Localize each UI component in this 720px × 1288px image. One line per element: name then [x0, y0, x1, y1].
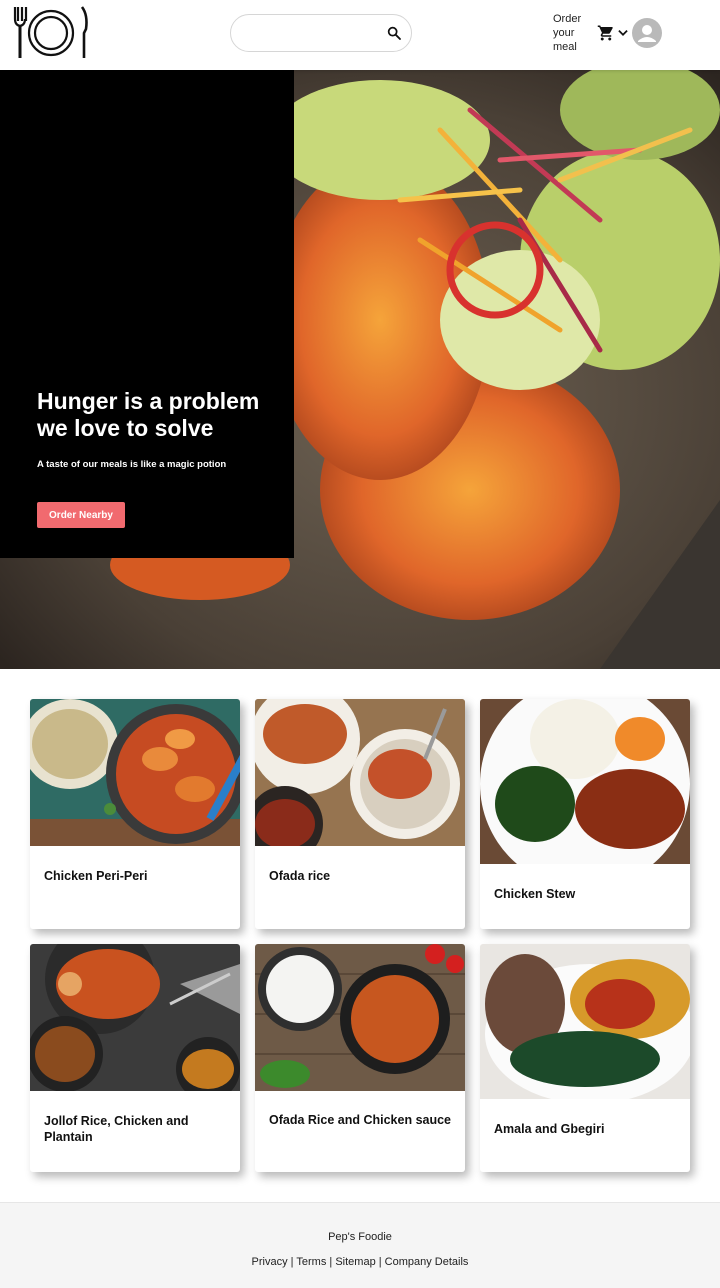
- company-details-link[interactable]: Company Details: [385, 1256, 469, 1268]
- search-icon[interactable]: [386, 25, 402, 41]
- meal-card[interactable]: Chicken Stew: [480, 699, 690, 929]
- hero-text-panel: Hunger is a problem we love to solve A t…: [0, 70, 294, 558]
- order-nearby-button[interactable]: Order Nearby: [37, 502, 125, 528]
- meal-image: [30, 699, 240, 846]
- meal-name: Amala and Gbegiri: [494, 1122, 605, 1136]
- restaurant-logo-icon[interactable]: [12, 5, 90, 61]
- meal-card[interactable]: Jollof Rice, Chicken and Plantain: [30, 944, 240, 1172]
- sitemap-link[interactable]: Sitemap: [335, 1256, 375, 1268]
- meal-name: Ofada Rice and Chicken sauce: [269, 1113, 452, 1127]
- meal-card[interactable]: Ofada Rice and Chicken sauce: [255, 944, 465, 1172]
- shopping-cart-icon[interactable]: [596, 24, 616, 42]
- chevron-down-icon[interactable]: [616, 26, 630, 40]
- meal-name: Ofada rice: [269, 869, 331, 883]
- order-your-meal-link[interactable]: Order your meal: [553, 12, 593, 54]
- search-bar[interactable]: [230, 14, 412, 52]
- meal-name: Chicken Peri-Peri: [44, 869, 148, 883]
- footer: Pep's Foodie Privacy | Terms | Sitemap |…: [0, 1202, 720, 1288]
- meal-image: [30, 944, 240, 1091]
- meal-name: Jollof Rice, Chicken and Plantain: [44, 1114, 189, 1144]
- privacy-link[interactable]: Privacy: [252, 1256, 288, 1268]
- top-navbar: Order your meal: [0, 0, 720, 70]
- separator: |: [375, 1256, 385, 1268]
- hero-banner: Hunger is a problem we love to solve A t…: [0, 70, 720, 669]
- meal-card[interactable]: Amala and Gbegiri: [480, 944, 690, 1172]
- footer-links: Privacy | Terms | Sitemap | Company Deta…: [0, 1256, 720, 1268]
- meal-image: [255, 699, 465, 846]
- meal-card[interactable]: Ofada rice: [255, 699, 465, 929]
- search-input[interactable]: [245, 24, 375, 44]
- separator: |: [326, 1256, 336, 1268]
- meal-image: [480, 944, 690, 1099]
- meal-name: Chicken Stew: [494, 887, 576, 901]
- meal-image: [255, 944, 465, 1091]
- meal-image: [480, 699, 690, 864]
- terms-link[interactable]: Terms: [296, 1256, 326, 1268]
- user-avatar[interactable]: [632, 18, 662, 48]
- hero-title: Hunger is a problem we love to solve: [37, 388, 260, 441]
- person-icon: [638, 25, 656, 42]
- meal-card[interactable]: Chicken Peri-Peri: [30, 699, 240, 929]
- footer-brand: Pep's Foodie: [328, 1231, 392, 1243]
- hero-subtitle: A taste of our meals is like a magic pot…: [37, 459, 227, 470]
